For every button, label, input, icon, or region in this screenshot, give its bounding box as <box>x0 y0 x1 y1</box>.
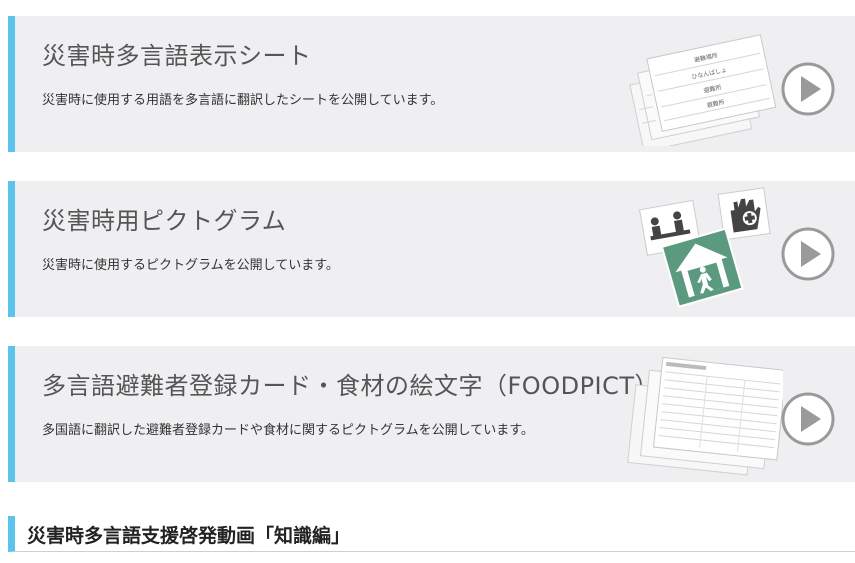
play-circle-icon[interactable] <box>780 61 836 117</box>
registration-card-thumbnail <box>627 356 783 476</box>
pictogram-card[interactable]: 災害時用ピクトグラム 災害時に使用するピクトグラムを公開しています。 <box>8 181 855 317</box>
pictogram-thumbnail <box>638 187 771 308</box>
registration-card-card[interactable]: 多言語避難者登録カード・食材の絵文字（FOODPICT） 多国語に翻訳した避難者… <box>8 346 855 482</box>
card-title: 多言語避難者登録カード・食材の絵文字（FOODPICT） <box>42 372 660 400</box>
video-section-heading: 災害時多言語支援啓発動画「知識編」 <box>8 516 855 552</box>
card-description: 多国語に翻訳した避難者登録カードや食材に関するピクトグラムを公開しています。 <box>42 423 534 438</box>
multilingual-sheet-card[interactable]: 災害時多言語表示シート 災害時に使用する用語を多言語に翻訳したシートを公開してい… <box>8 16 855 152</box>
card-description: 災害時に使用する用語を多言語に翻訳したシートを公開しています。 <box>42 93 444 108</box>
card-title: 災害時用ピクトグラム <box>42 207 287 235</box>
play-circle-icon[interactable] <box>780 391 836 447</box>
play-circle-icon[interactable] <box>780 226 836 282</box>
section-heading-text: 災害時多言語支援啓発動画「知識編」 <box>27 525 351 547</box>
card-description: 災害時に使用するピクトグラムを公開しています。 <box>42 258 339 273</box>
multilingual-sheet-thumbnail: 避難場所 ひなんばしょ 避難所 避難所 <box>629 34 777 146</box>
card-title: 災害時多言語表示シート <box>42 42 312 70</box>
